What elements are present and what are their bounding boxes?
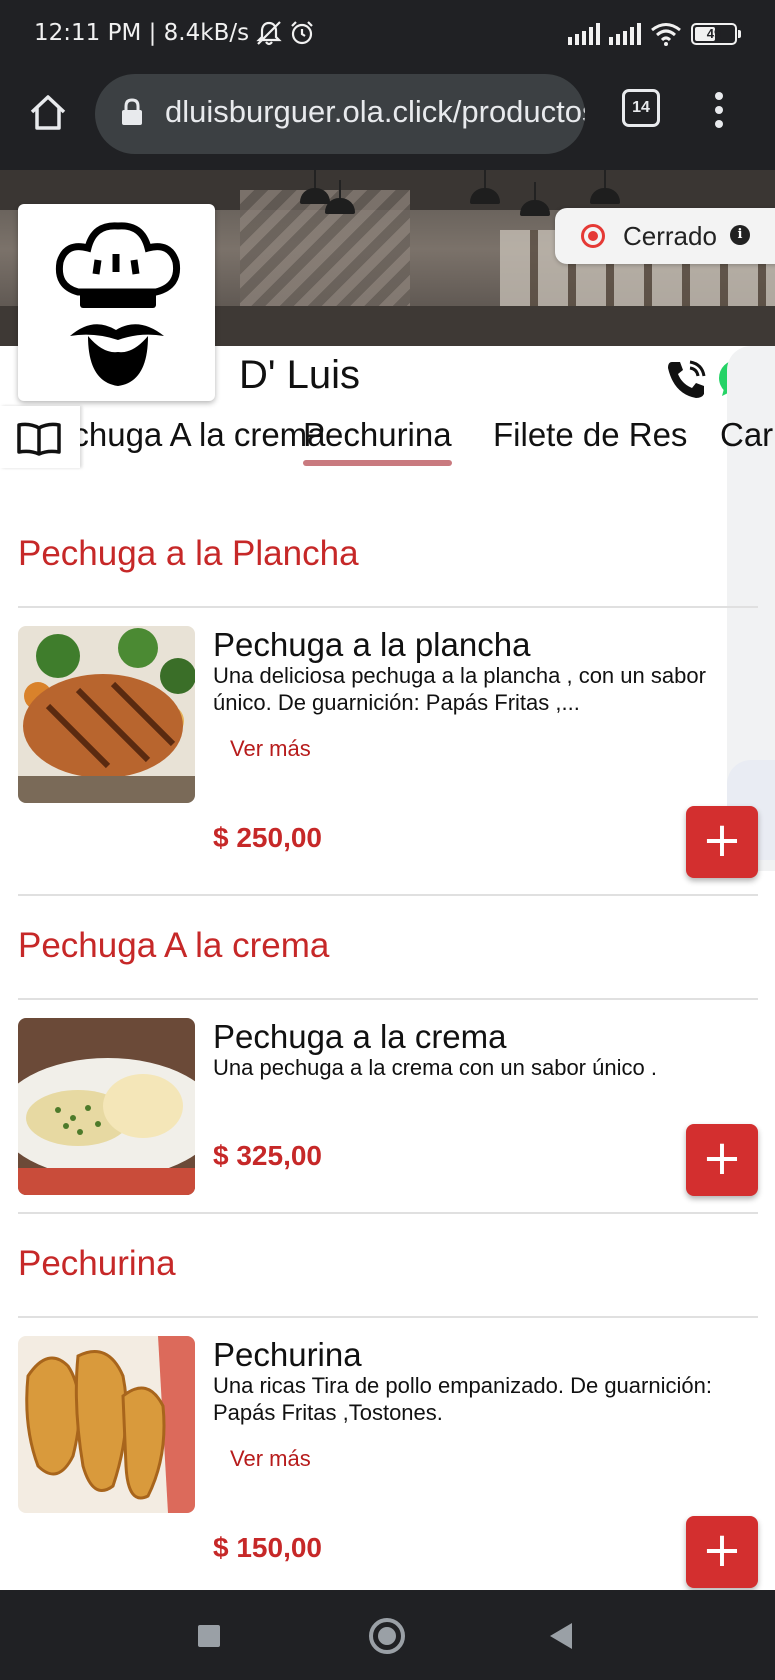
product-description: Una pechuga a la crema con un sabor únic… bbox=[213, 1055, 657, 1080]
lock-icon bbox=[122, 98, 142, 125]
browser-toolbar: dluisburguer.ola.click/productos 14 bbox=[0, 72, 775, 170]
product-price: $ 325,00 bbox=[213, 1140, 322, 1171]
tab-carnes[interactable]: Carnes bbox=[720, 416, 775, 454]
product-image[interactable] bbox=[18, 1336, 195, 1513]
product-name: Pechurina bbox=[213, 1336, 362, 1373]
system-nav-bar bbox=[0, 1590, 775, 1680]
home-icon[interactable] bbox=[26, 90, 70, 134]
notifications-off-icon bbox=[256, 21, 282, 46]
alarm-icon bbox=[291, 21, 313, 45]
divider bbox=[18, 998, 758, 1000]
status-bar: 12:11 PM | 8.4kB/s 49 bbox=[0, 0, 775, 72]
overflow-menu-icon[interactable] bbox=[712, 92, 726, 132]
menu-book-button[interactable] bbox=[0, 406, 80, 468]
product-image[interactable] bbox=[18, 626, 195, 803]
url-text: dluisburguer.ola.click/productos bbox=[165, 94, 585, 129]
menu-book-icon bbox=[17, 422, 61, 456]
recents-button[interactable] bbox=[198, 1625, 220, 1647]
store-status-badge[interactable]: Cerrado i bbox=[555, 208, 775, 264]
status-left: 12:11 PM | 8.4kB/s bbox=[34, 20, 315, 46]
store-name: D' Luis bbox=[239, 353, 361, 397]
product-name: Pechuga a la plancha bbox=[213, 626, 531, 663]
product-price: $ 250,00 bbox=[213, 822, 322, 853]
phone-icon[interactable] bbox=[664, 358, 708, 400]
section-title: Pechuga A la crema bbox=[18, 926, 330, 965]
wifi-icon bbox=[651, 23, 681, 46]
battery-level: 49 bbox=[706, 26, 722, 41]
fried-chicken-strips-photo bbox=[18, 1336, 195, 1513]
tab-pechurina[interactable]: Pechurina bbox=[303, 416, 452, 466]
signal-icon bbox=[568, 23, 600, 45]
product-name: Pechuga a la crema bbox=[213, 1018, 507, 1055]
divider bbox=[18, 1316, 758, 1318]
creamy-chicken-photo bbox=[18, 1018, 195, 1195]
home-button[interactable] bbox=[369, 1618, 405, 1654]
grilled-chicken-photo bbox=[18, 626, 195, 803]
signal-icon bbox=[609, 23, 641, 45]
tab-filete-de-res[interactable]: Filete de Res bbox=[493, 416, 687, 454]
divider bbox=[18, 894, 758, 896]
add-to-cart-button[interactable]: + bbox=[686, 1516, 758, 1588]
product-image[interactable] bbox=[18, 1018, 195, 1195]
section-title: Pechuga a la Plancha bbox=[18, 534, 359, 573]
product-description: Una ricas Tira de pollo empanizado. De g… bbox=[213, 1373, 712, 1425]
tab-switcher-button[interactable]: 14 bbox=[622, 89, 660, 127]
divider bbox=[18, 1212, 758, 1214]
status-right: 49 bbox=[568, 22, 741, 46]
status-time-speed: 12:11 PM | 8.4kB/s bbox=[34, 20, 250, 46]
product-price: $ 150,00 bbox=[213, 1532, 322, 1563]
category-nav: Pechuga A la crema Pechurina Filete de R… bbox=[0, 406, 775, 476]
address-bar[interactable]: dluisburguer.ola.click/productos bbox=[95, 74, 585, 154]
closed-status-icon bbox=[581, 224, 605, 248]
section-title: Pechurina bbox=[18, 1244, 176, 1283]
add-to-cart-button[interactable]: + bbox=[686, 806, 758, 878]
back-button[interactable] bbox=[550, 1623, 572, 1649]
ver-mas-link[interactable]: Ver más bbox=[230, 736, 311, 762]
battery-icon: 49 bbox=[691, 23, 741, 45]
store-status-label: Cerrado bbox=[623, 221, 717, 251]
store-logo bbox=[18, 204, 215, 401]
divider bbox=[18, 606, 758, 608]
ver-mas-link[interactable]: Ver más bbox=[230, 1446, 311, 1472]
product-description: Una deliciosa pechuga a la plancha , con… bbox=[213, 663, 706, 715]
info-icon[interactable]: i bbox=[730, 225, 750, 245]
add-to-cart-button[interactable]: + bbox=[686, 1124, 758, 1196]
chef-logo-icon bbox=[55, 222, 181, 386]
web-page: Cerrado i D' Luis Pechuga A la crema Pec… bbox=[0, 170, 775, 1590]
